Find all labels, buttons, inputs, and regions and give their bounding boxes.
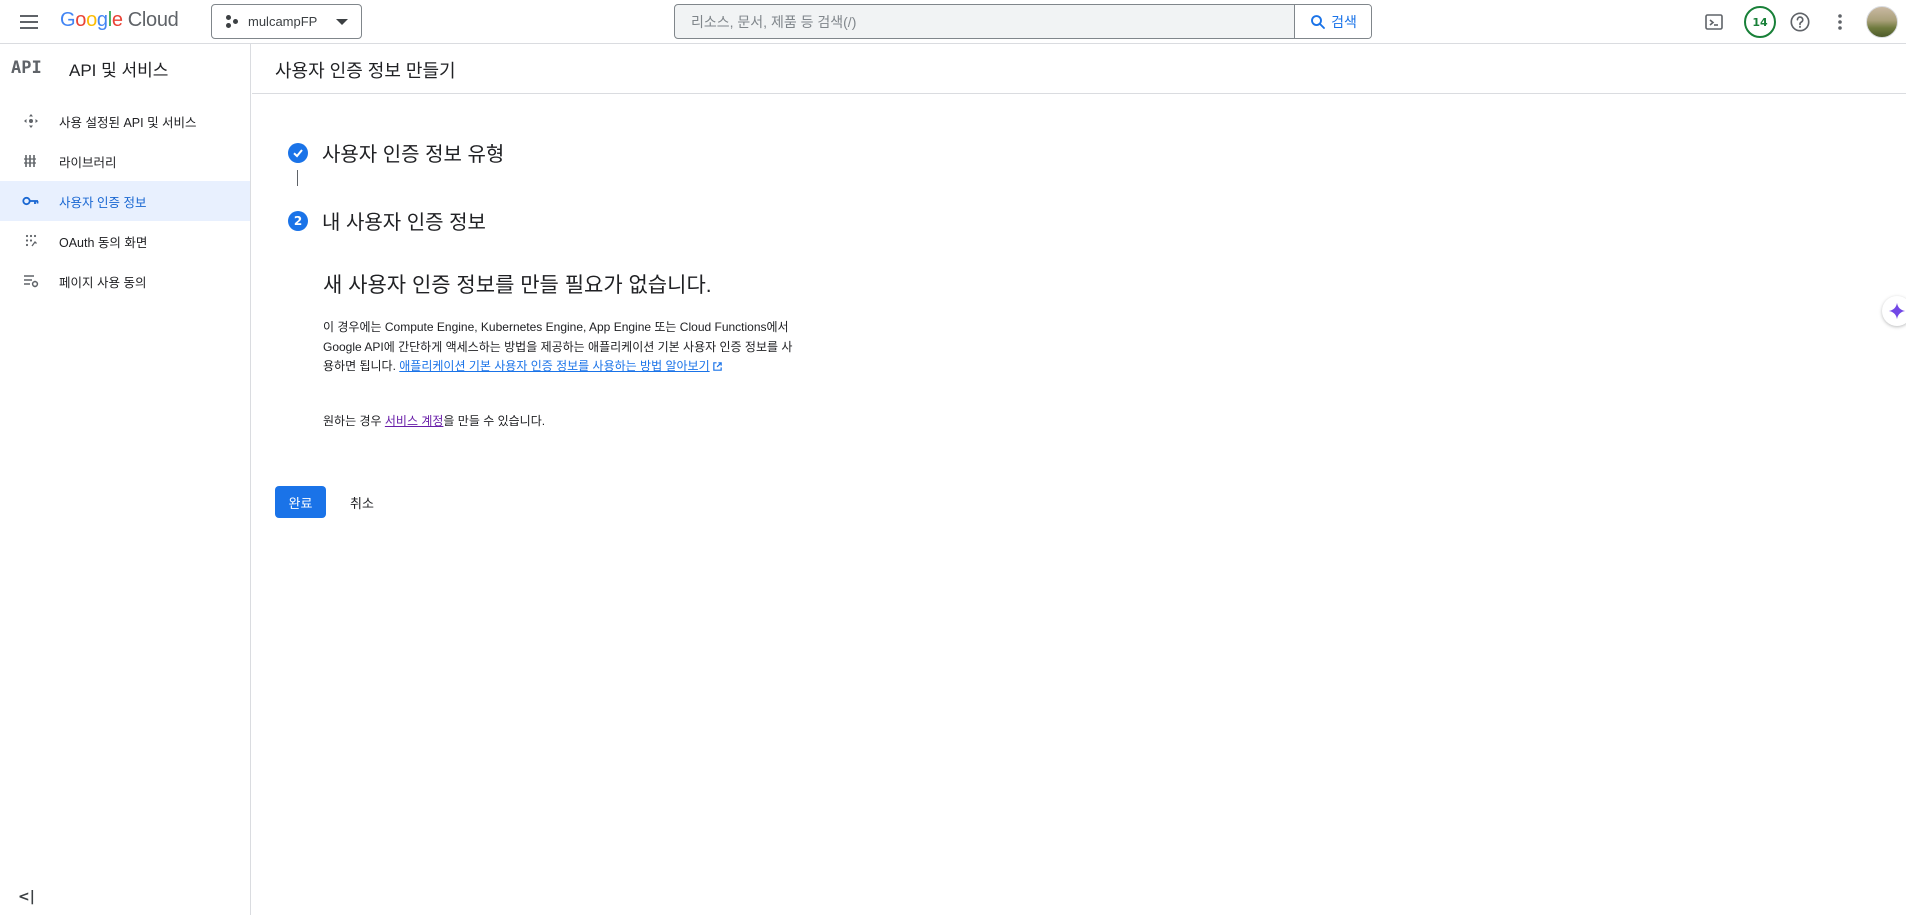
sidebar-item-enabled-apis[interactable]: 사용 설정된 API 및 서비스 bbox=[0, 101, 250, 141]
step-credential-type[interactable]: 사용자 인증 정보 유형 bbox=[288, 138, 504, 167]
gemini-assist-button[interactable] bbox=[1882, 296, 1906, 326]
project-name: mulcampFP bbox=[248, 14, 318, 29]
adc-learn-more-link[interactable]: 애플리케이션 기본 사용자 인증 정보를 사용하는 방법 알아보기 bbox=[399, 359, 709, 373]
menu-icon-bar bbox=[20, 15, 38, 17]
more-options-button[interactable] bbox=[1826, 8, 1854, 36]
sidebar-nav: 사용 설정된 API 및 서비스 라이브러리 사용자 인증 정보 OAuth 동… bbox=[0, 101, 250, 301]
step-number: 2 bbox=[293, 213, 303, 228]
apis-icon bbox=[18, 111, 44, 131]
terminal-icon bbox=[1705, 14, 1723, 30]
more-vert-icon bbox=[1838, 14, 1842, 30]
step-label: 사용자 인증 정보 유형 bbox=[322, 144, 505, 166]
caret-down-icon bbox=[336, 18, 348, 25]
step-number-badge: 2 bbox=[288, 210, 308, 231]
help-button[interactable] bbox=[1786, 8, 1814, 36]
key-icon bbox=[18, 191, 44, 211]
search-button-label: 검색 bbox=[1331, 14, 1357, 31]
main-menu-button[interactable] bbox=[14, 8, 44, 36]
service-account-suffix: 을 만들 수 있습니다. bbox=[443, 414, 546, 428]
step-connector bbox=[297, 170, 298, 186]
search-button[interactable]: 검색 bbox=[1294, 5, 1371, 38]
sidebar-title: API 및 서비스 bbox=[69, 60, 169, 80]
sidebar-item-library[interactable]: 라이브러리 bbox=[0, 141, 250, 181]
main-content: 사용자 인증 정보 유형 2 내 사용자 인증 정보 새 사용자 인증 정보를 … bbox=[252, 94, 1906, 915]
page-header: 사용자 인증 정보 만들기 bbox=[252, 44, 1906, 94]
sidebar-item-label: OAuth 동의 화면 bbox=[59, 235, 148, 250]
no-credentials-needed-headline: 새 사용자 인증 정보를 만들 필요가 없습니다. bbox=[323, 274, 712, 297]
help-icon bbox=[1790, 12, 1810, 32]
notifications-button[interactable]: 14 bbox=[1744, 6, 1776, 38]
sidebar-item-label: 라이브러리 bbox=[59, 155, 117, 170]
check-circle-icon bbox=[288, 142, 308, 163]
sidebar: API API 및 서비스 사용 설정된 API 및 서비스 라이브러리 사용자… bbox=[0, 44, 251, 915]
sidebar-item-page-usage-agreements[interactable]: 페이지 사용 동의 bbox=[0, 261, 250, 301]
logo-cloud-text: Cloud bbox=[127, 9, 179, 31]
notifications-badge: 14 bbox=[1744, 6, 1776, 38]
service-account-prefix: 원하는 경우 bbox=[323, 414, 385, 428]
sidebar-item-credentials[interactable]: 사용자 인증 정보 bbox=[0, 181, 250, 221]
search-bar: 검색 bbox=[674, 4, 1372, 39]
library-icon bbox=[18, 151, 44, 171]
sidebar-item-label: 사용자 인증 정보 bbox=[59, 195, 147, 210]
sparkle-icon bbox=[1888, 302, 1906, 320]
menu-icon-bar bbox=[20, 21, 38, 23]
step-label: 내 사용자 인증 정보 bbox=[322, 212, 486, 234]
api-logo: API bbox=[11, 58, 42, 78]
menu-icon-bar bbox=[20, 27, 38, 29]
top-bar: GoogleCloud mulcampFP 검색 14 bbox=[0, 0, 1906, 44]
adc-explanation: 이 경우에는 Compute Engine, Kubernetes Engine… bbox=[323, 318, 803, 379]
collapse-sidebar-button[interactable]: <| bbox=[18, 889, 35, 905]
step-my-credentials: 2 내 사용자 인증 정보 bbox=[288, 206, 486, 235]
project-picker-button[interactable]: mulcampFP bbox=[211, 4, 362, 39]
sidebar-item-label: 페이지 사용 동의 bbox=[59, 275, 147, 290]
account-button[interactable] bbox=[1865, 5, 1899, 39]
cloud-shell-button[interactable] bbox=[1700, 8, 1728, 36]
page-title: 사용자 인증 정보 만들기 bbox=[275, 61, 456, 81]
oauth-icon bbox=[18, 231, 44, 251]
avatar bbox=[1866, 6, 1898, 38]
service-account-note: 원하는 경우 서비스 계정을 만들 수 있습니다. bbox=[323, 412, 545, 429]
page-usage-icon bbox=[18, 271, 44, 291]
search-input[interactable] bbox=[675, 5, 1294, 38]
service-account-link[interactable]: 서비스 계정 bbox=[385, 414, 444, 428]
cancel-button[interactable]: 취소 bbox=[340, 486, 384, 518]
done-button[interactable]: 완료 bbox=[275, 486, 326, 518]
search-icon bbox=[1311, 14, 1326, 29]
google-cloud-logo[interactable]: Google Cloud bbox=[60, 9, 179, 32]
sidebar-item-oauth-consent[interactable]: OAuth 동의 화면 bbox=[0, 221, 250, 261]
sidebar-item-label: 사용 설정된 API 및 서비스 bbox=[59, 115, 197, 130]
sidebar-header: API API 및 서비스 bbox=[0, 44, 250, 92]
open-in-new-icon bbox=[712, 359, 723, 379]
project-icon bbox=[226, 14, 240, 29]
